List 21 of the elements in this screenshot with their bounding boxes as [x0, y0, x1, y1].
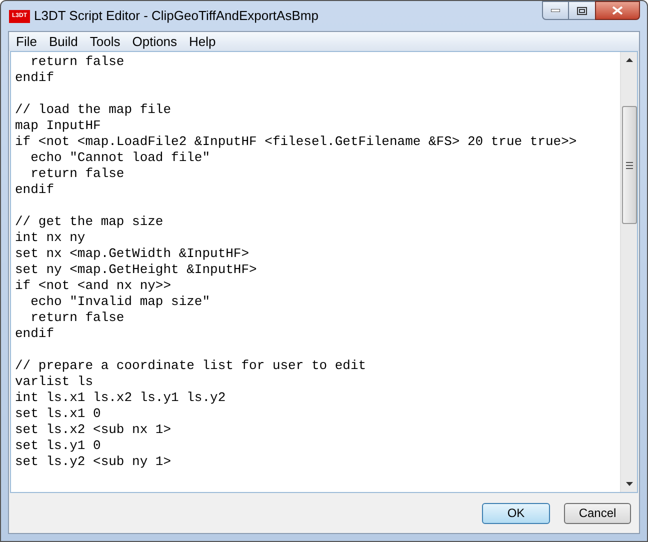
maximize-button[interactable] — [569, 1, 595, 20]
menu-item[interactable]: Help — [183, 33, 222, 50]
code-text: return false endif // load the map file map InputHF if <not <map.LoadFile2 &InputHF <filesel.GetFilename &FS> 20 true true>> echo "Cannot load file" return false endif // get the map size int nx ny set nx <map.GetWidth &InputHF> set ny <map.GetHeight &InputHF> if <not <and nx ny>> echo "Invalid map size" return false endif // prepare a coordinate list for user to edit varlist ls int ls.x1 ls.x2 ls.y1 ls.y2 set ls.x1 0 set ls.x2 <sub nx 1> set ls.y1 0 set ls.y2 <sub ny 1> — [14, 53, 578, 470]
close-icon — [612, 6, 623, 15]
dialog-button[interactable]: OK — [482, 502, 550, 524]
scrollbar-thumb[interactable] — [622, 106, 636, 224]
maximize-icon — [577, 6, 587, 14]
code-editor[interactable] — [10, 51, 638, 493]
dialog-button[interactable]: Cancel — [564, 502, 631, 524]
close-button[interactable] — [595, 1, 640, 20]
minimize-button[interactable] — [542, 1, 569, 20]
grip-icon — [626, 162, 632, 168]
menu-item[interactable]: Build — [42, 33, 84, 50]
menu-item[interactable]: File — [10, 33, 43, 50]
minimize-icon — [551, 9, 560, 12]
menu-item[interactable]: Options — [126, 33, 184, 50]
scroll-up-icon — [626, 58, 632, 62]
scroll-down-icon — [626, 482, 632, 486]
window-title: L3DT Script Editor - ClipGeoTiffAndExportAsBmp — [34, 7, 318, 26]
menu-item[interactable]: Tools — [84, 33, 126, 50]
vertical-scrollbar[interactable] — [620, 52, 637, 492]
